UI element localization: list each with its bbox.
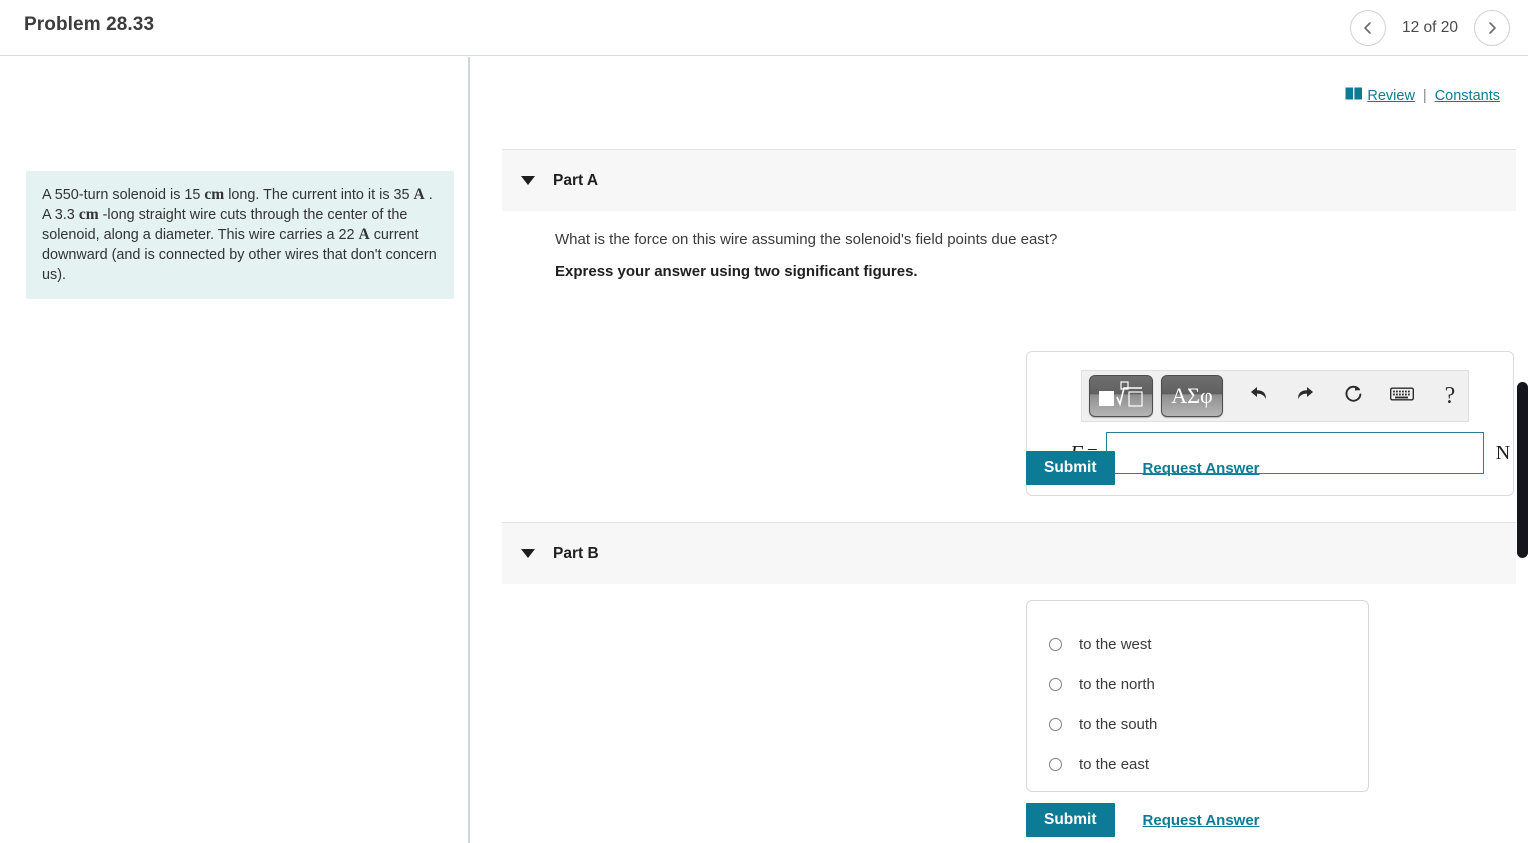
math-toolbar: ΑΣφ ? [1081,370,1469,422]
radio-option-label: to the west [1079,635,1152,653]
radio-option-to-the-south[interactable]: to the south [1027,704,1368,744]
part-a-actions: Submit Request Answer [1026,451,1260,485]
keyboard-icon [1389,386,1415,407]
chevron-left-icon [1360,20,1376,36]
pagination-control: 12 of 20 [1349,10,1510,46]
problem-text-segment-1: A 550-turn solenoid is 15 [42,187,205,203]
page-title: Problem 28.33 [24,14,155,35]
previous-problem-button[interactable] [1349,10,1386,46]
greek-symbols-label: ΑΣφ [1171,383,1213,408]
undo-arrow-icon [1247,383,1269,410]
part-a-instruction: Express your answer using two significan… [555,263,918,280]
problem-unit-a-2: A [358,226,370,243]
math-template-button[interactable] [1089,375,1153,417]
part-a-submit-button[interactable]: Submit [1026,451,1115,485]
radio-option-to-the-north[interactable]: to the north [1027,664,1368,704]
radio-option-to-the-west[interactable]: to the west [1027,624,1368,664]
question-mark-icon: ? [1444,382,1456,409]
page-scrollbar-thumb[interactable] [1517,382,1528,558]
problem-unit-cm-2: cm [78,206,99,223]
problem-unit-cm-1: cm [204,186,225,203]
radio-option-label: to the north [1079,675,1155,693]
resource-links: Review | Constants [1345,87,1500,104]
undo-button[interactable] [1241,379,1275,413]
radio-option-to-the-east[interactable]: to the east [1027,744,1368,784]
part-b-label: Part B [553,544,599,562]
link-separator: | [1422,87,1427,104]
part-a-question: What is the force on this wire assuming … [555,231,1058,248]
constants-link[interactable]: Constants [1435,88,1500,104]
problem-unit-a-1: A [413,186,425,203]
greek-symbols-button[interactable]: ΑΣφ [1161,375,1223,417]
app-header: Problem 28.33 12 of 20 [0,0,1528,56]
radio-option-label: to the south [1079,715,1158,733]
radio-circle-icon[interactable] [1049,757,1062,771]
radio-option-label: to the east [1079,755,1150,773]
open-book-icon [1345,87,1363,104]
part-b-options-group: to the west to the north to the south to… [1026,600,1369,792]
radio-circle-icon[interactable] [1049,637,1062,651]
redo-button[interactable] [1289,379,1323,413]
part-a-header[interactable]: Part A [502,149,1516,211]
caret-down-icon-part-a[interactable] [521,176,535,185]
reset-button[interactable] [1337,379,1371,413]
part-a-request-answer-link[interactable]: Request Answer [1143,460,1260,477]
help-button[interactable]: ? [1433,379,1467,413]
caret-down-icon-part-b[interactable] [521,549,535,558]
answer-unit-label: N [1495,441,1511,464]
page-indicator: 12 of 20 [1401,19,1458,36]
answer-panel: Review | Constants Part A What is the fo… [472,57,1528,843]
problem-statement-text: A 550-turn solenoid is 15 cm long. The c… [26,171,454,299]
part-b-submit-button[interactable]: Submit [1026,803,1115,837]
review-link[interactable]: Review [1367,88,1415,104]
redo-arrow-icon [1295,383,1317,410]
problem-text-segment-2: long. The current into it is 35 [224,187,414,203]
keyboard-button[interactable] [1385,379,1419,413]
next-problem-button[interactable] [1474,10,1510,46]
page-scrollbar-track[interactable] [1516,57,1528,843]
part-b-actions: Submit Request Answer [1026,803,1260,837]
part-b-request-answer-link[interactable]: Request Answer [1143,812,1260,829]
radio-circle-icon[interactable] [1049,677,1062,691]
refresh-circular-arrow-icon [1343,383,1365,410]
radio-circle-icon[interactable] [1049,717,1062,731]
chevron-right-icon [1484,20,1500,36]
part-a-label: Part A [553,171,599,189]
problem-statement-panel: A 550-turn solenoid is 15 cm long. The c… [0,57,470,843]
part-b-header[interactable]: Part B [502,522,1516,584]
